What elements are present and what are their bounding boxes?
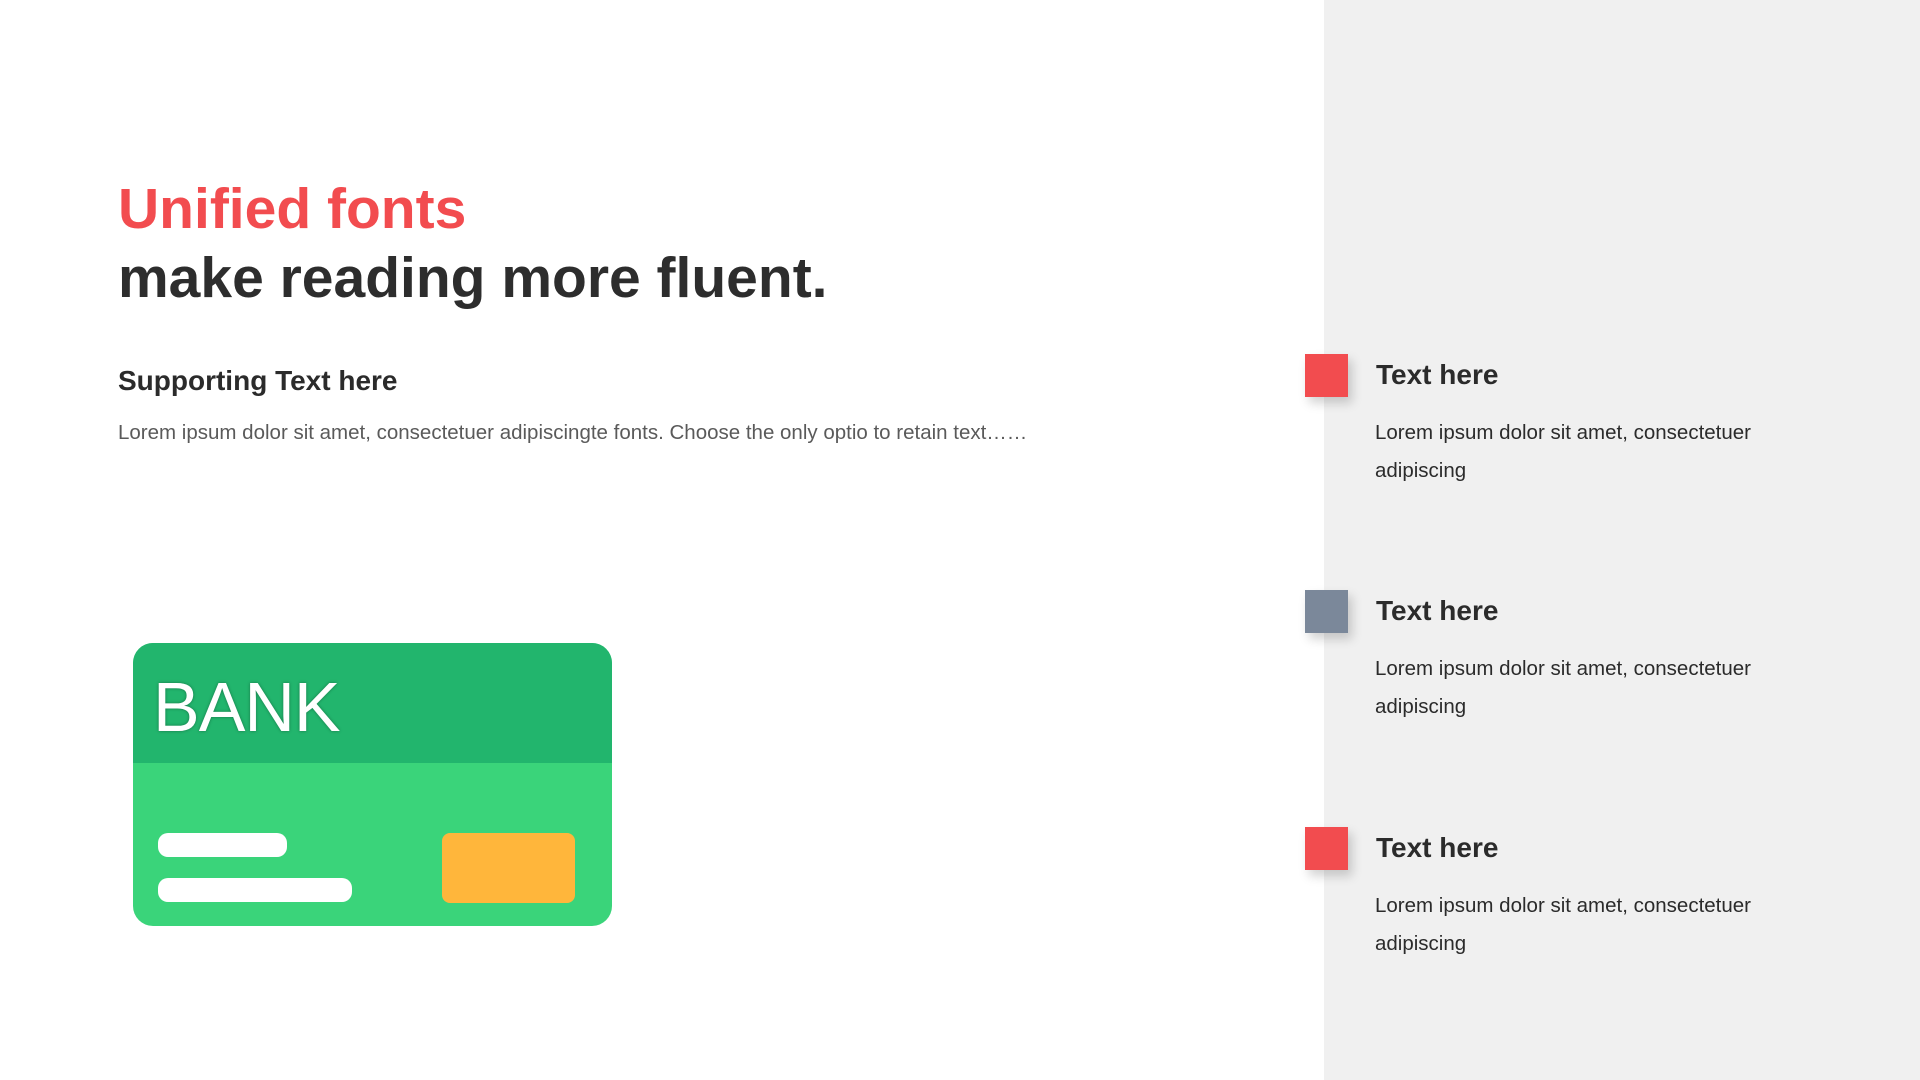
headline-accent: Unified fonts xyxy=(118,177,467,241)
feature-title-1: Text here xyxy=(1376,359,1499,390)
supporting-body: Lorem ipsum dolor sit amet, consectetuer… xyxy=(118,421,1028,444)
bank-card-chip xyxy=(442,833,575,903)
feature-marker-2 xyxy=(1305,590,1348,633)
feature-marker-1 xyxy=(1305,354,1348,397)
feature-body-3: Lorem ipsum dolor sit amet, consectetuer… xyxy=(1375,894,1751,955)
feature-title-3: Text here xyxy=(1376,832,1499,863)
bank-card-label: BANK xyxy=(153,668,341,746)
feature-title-2: Text here xyxy=(1376,595,1499,626)
headline-main: make reading more fluent. xyxy=(118,246,828,310)
bank-card-line-long xyxy=(158,878,352,902)
bank-card-line-short xyxy=(158,833,287,857)
supporting-title: Supporting Text here xyxy=(118,365,398,396)
bank-card-illustration: BANK xyxy=(133,643,612,926)
feature-marker-3 xyxy=(1305,827,1348,870)
feature-body-1: Lorem ipsum dolor sit amet, consectetuer… xyxy=(1375,421,1751,482)
feature-body-2: Lorem ipsum dolor sit amet, consectetuer… xyxy=(1375,657,1751,718)
